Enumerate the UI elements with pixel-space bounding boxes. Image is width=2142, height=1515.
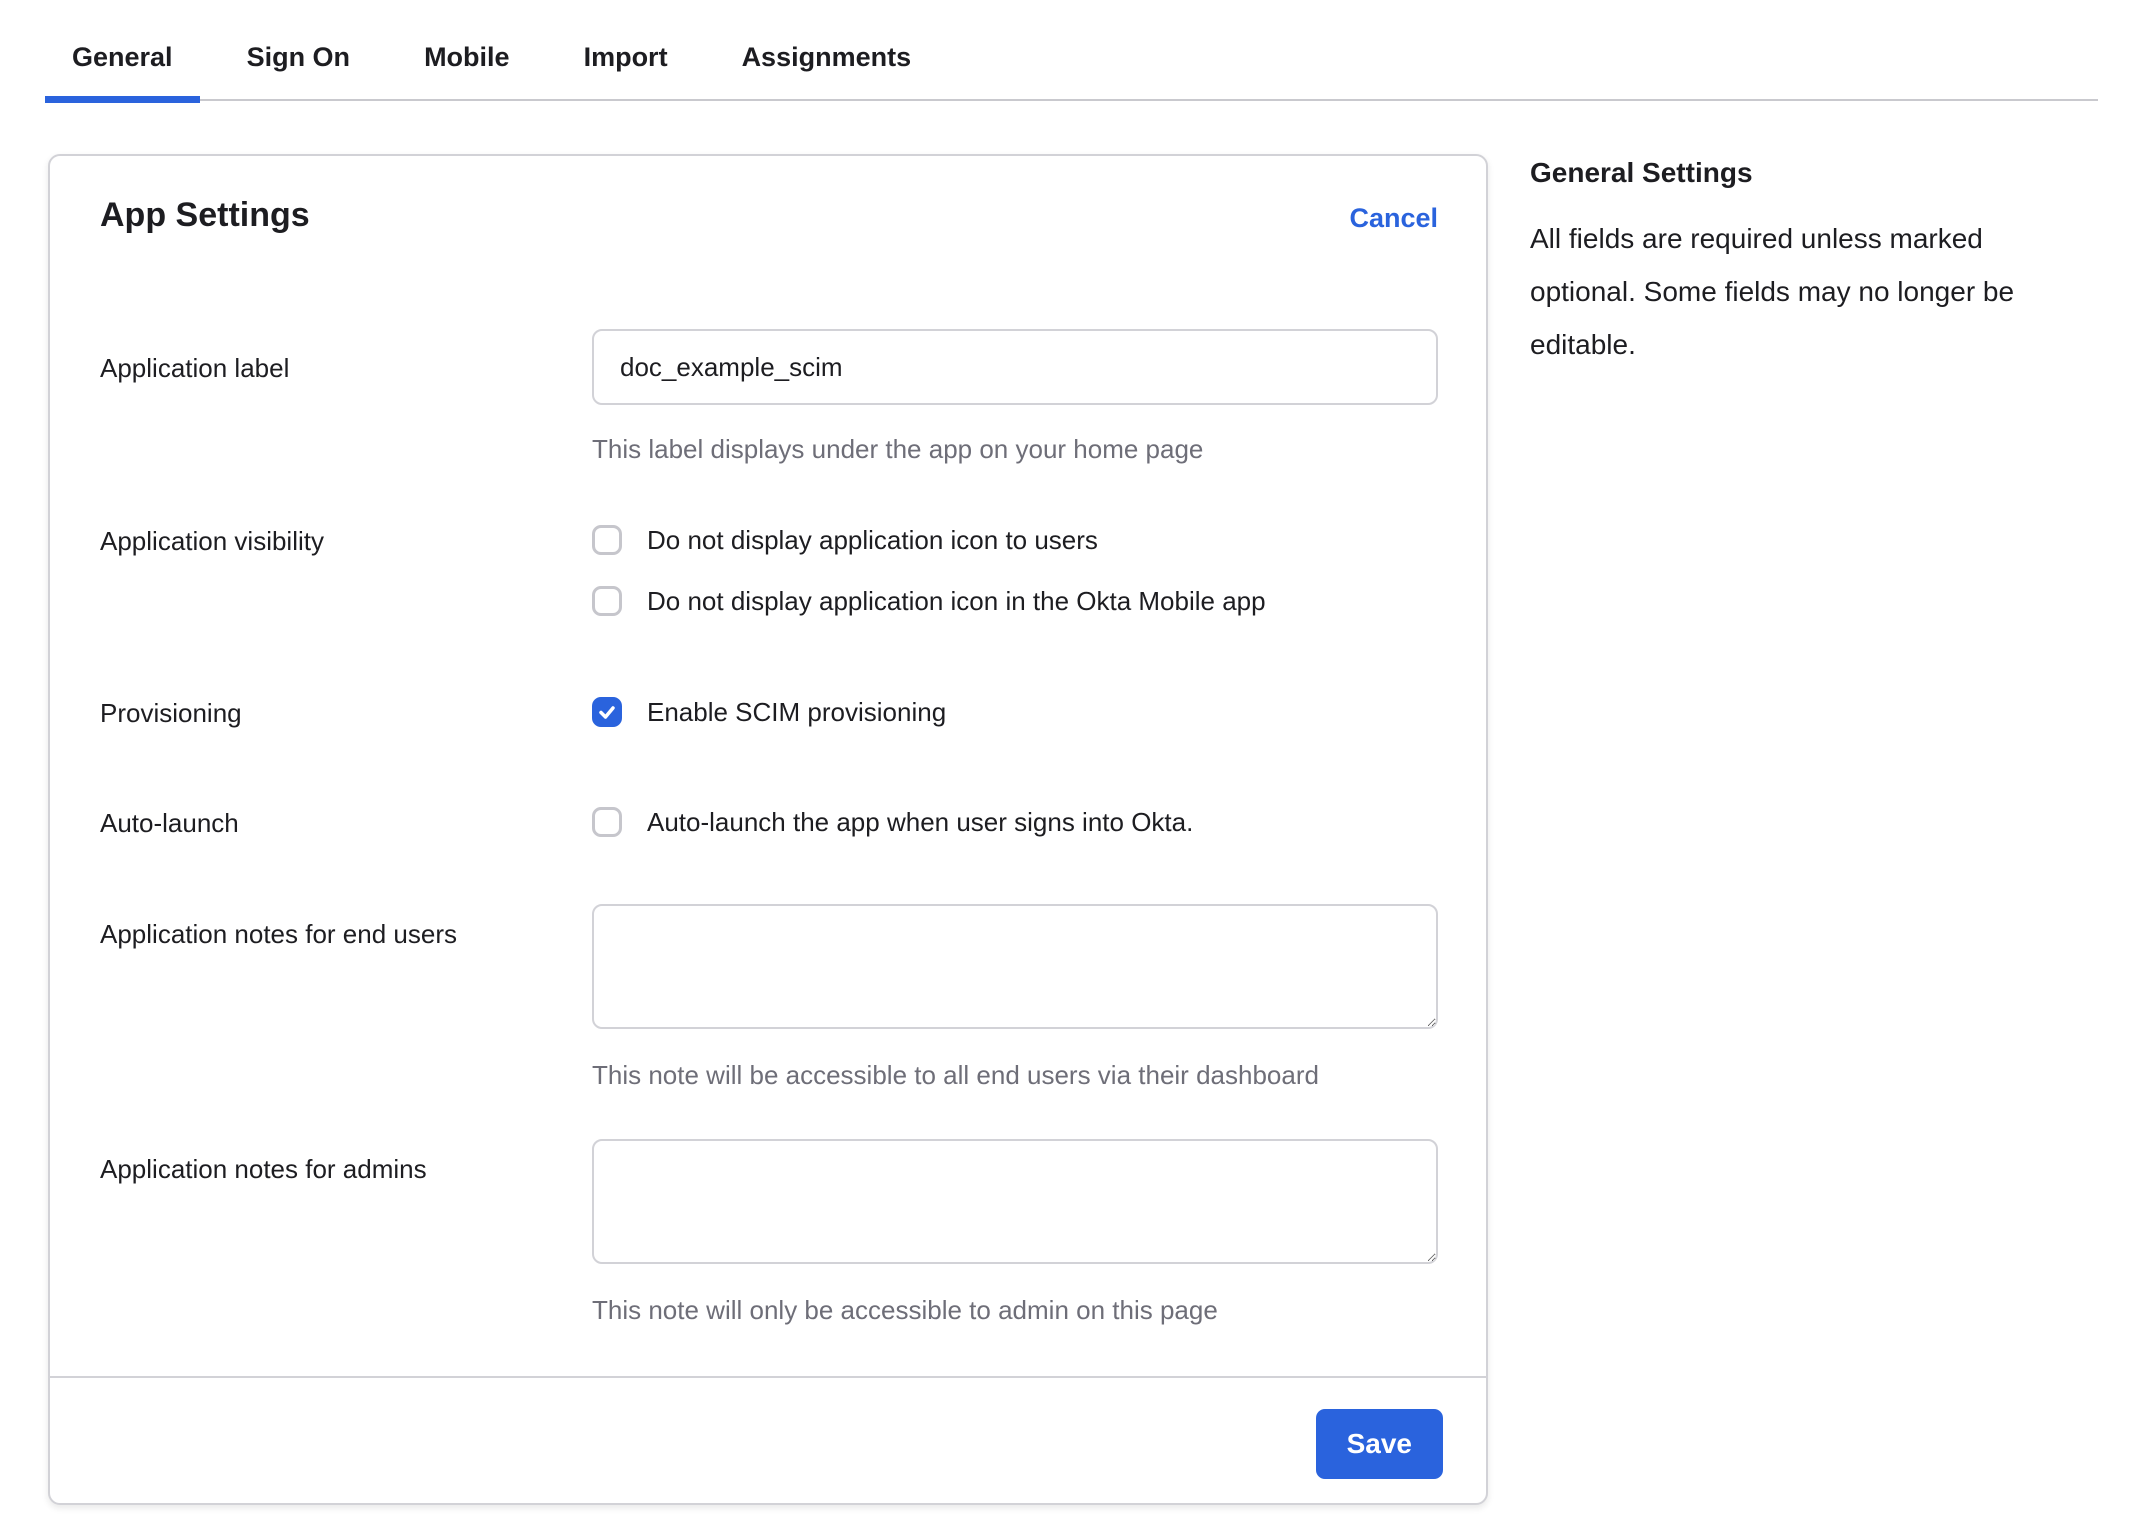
- card-footer: Save: [50, 1376, 1486, 1503]
- provisioning-option: Enable SCIM provisioning: [592, 697, 1438, 727]
- row-auto-launch: Auto-launch Auto-launch the app when use…: [100, 807, 1438, 839]
- notes-end-users-textarea[interactable]: [592, 904, 1438, 1029]
- checkbox-auto-launch[interactable]: [592, 807, 622, 837]
- application-visibility-label: Application visibility: [100, 525, 592, 616]
- checkbox-enable-scim[interactable]: [592, 697, 622, 727]
- notes-end-users-helper: This note will be accessible to all end …: [592, 1059, 1438, 1091]
- checkmark-icon: [597, 702, 617, 722]
- visibility-option-mobile: Do not display application icon in the O…: [592, 586, 1438, 616]
- tab-sign-on[interactable]: Sign On: [220, 0, 378, 99]
- auto-launch-option: Auto-launch the app when user signs into…: [592, 807, 1438, 837]
- row-notes-admins: Application notes for admins This note w…: [100, 1139, 1438, 1326]
- notes-admins-textarea[interactable]: [592, 1139, 1438, 1264]
- save-button[interactable]: Save: [1316, 1409, 1443, 1479]
- row-application-visibility: Application visibility Do not display ap…: [100, 525, 1438, 616]
- app-tab-bar: General Sign On Mobile Import Assignment…: [45, 0, 2098, 101]
- main-content: App Settings Cancel Application label Th…: [0, 101, 2142, 1505]
- tab-general[interactable]: General: [45, 0, 200, 99]
- application-label-helper: This label displays under the app on you…: [592, 433, 1438, 465]
- row-notes-end-users: Application notes for end users This not…: [100, 904, 1438, 1091]
- checkbox-auto-launch-label[interactable]: Auto-launch the app when user signs into…: [647, 807, 1193, 837]
- checkbox-enable-scim-label[interactable]: Enable SCIM provisioning: [647, 697, 946, 727]
- checkbox-hide-icon-mobile-label[interactable]: Do not display application icon in the O…: [647, 586, 1266, 616]
- tab-assignments[interactable]: Assignments: [715, 0, 939, 99]
- help-sidebar: General Settings All fields are required…: [1488, 154, 2088, 371]
- sidebar-help-text: All fields are required unless marked op…: [1530, 212, 2070, 371]
- row-application-label: Application label This label displays un…: [100, 329, 1438, 465]
- checkbox-hide-icon-mobile[interactable]: [592, 586, 622, 616]
- application-label-input[interactable]: [592, 329, 1438, 405]
- card-header: App Settings Cancel: [100, 197, 1438, 234]
- application-label-label: Application label: [100, 329, 592, 465]
- cancel-button[interactable]: Cancel: [1349, 203, 1438, 234]
- notes-admins-label: Application notes for admins: [100, 1139, 592, 1326]
- tab-import[interactable]: Import: [557, 0, 695, 99]
- app-settings-card: App Settings Cancel Application label Th…: [48, 154, 1488, 1505]
- provisioning-label: Provisioning: [100, 697, 592, 729]
- visibility-option-users: Do not display application icon to users: [592, 525, 1438, 555]
- auto-launch-label: Auto-launch: [100, 807, 592, 839]
- checkbox-hide-icon-users[interactable]: [592, 525, 622, 555]
- row-provisioning: Provisioning Enable SCIM provisioning: [100, 697, 1438, 729]
- page-title: App Settings: [100, 197, 310, 234]
- sidebar-heading: General Settings: [1530, 156, 2088, 190]
- notes-end-users-label: Application notes for end users: [100, 904, 592, 1091]
- tab-mobile[interactable]: Mobile: [397, 0, 537, 99]
- checkbox-hide-icon-users-label[interactable]: Do not display application icon to users: [647, 525, 1098, 555]
- notes-admins-helper: This note will only be accessible to adm…: [592, 1294, 1438, 1326]
